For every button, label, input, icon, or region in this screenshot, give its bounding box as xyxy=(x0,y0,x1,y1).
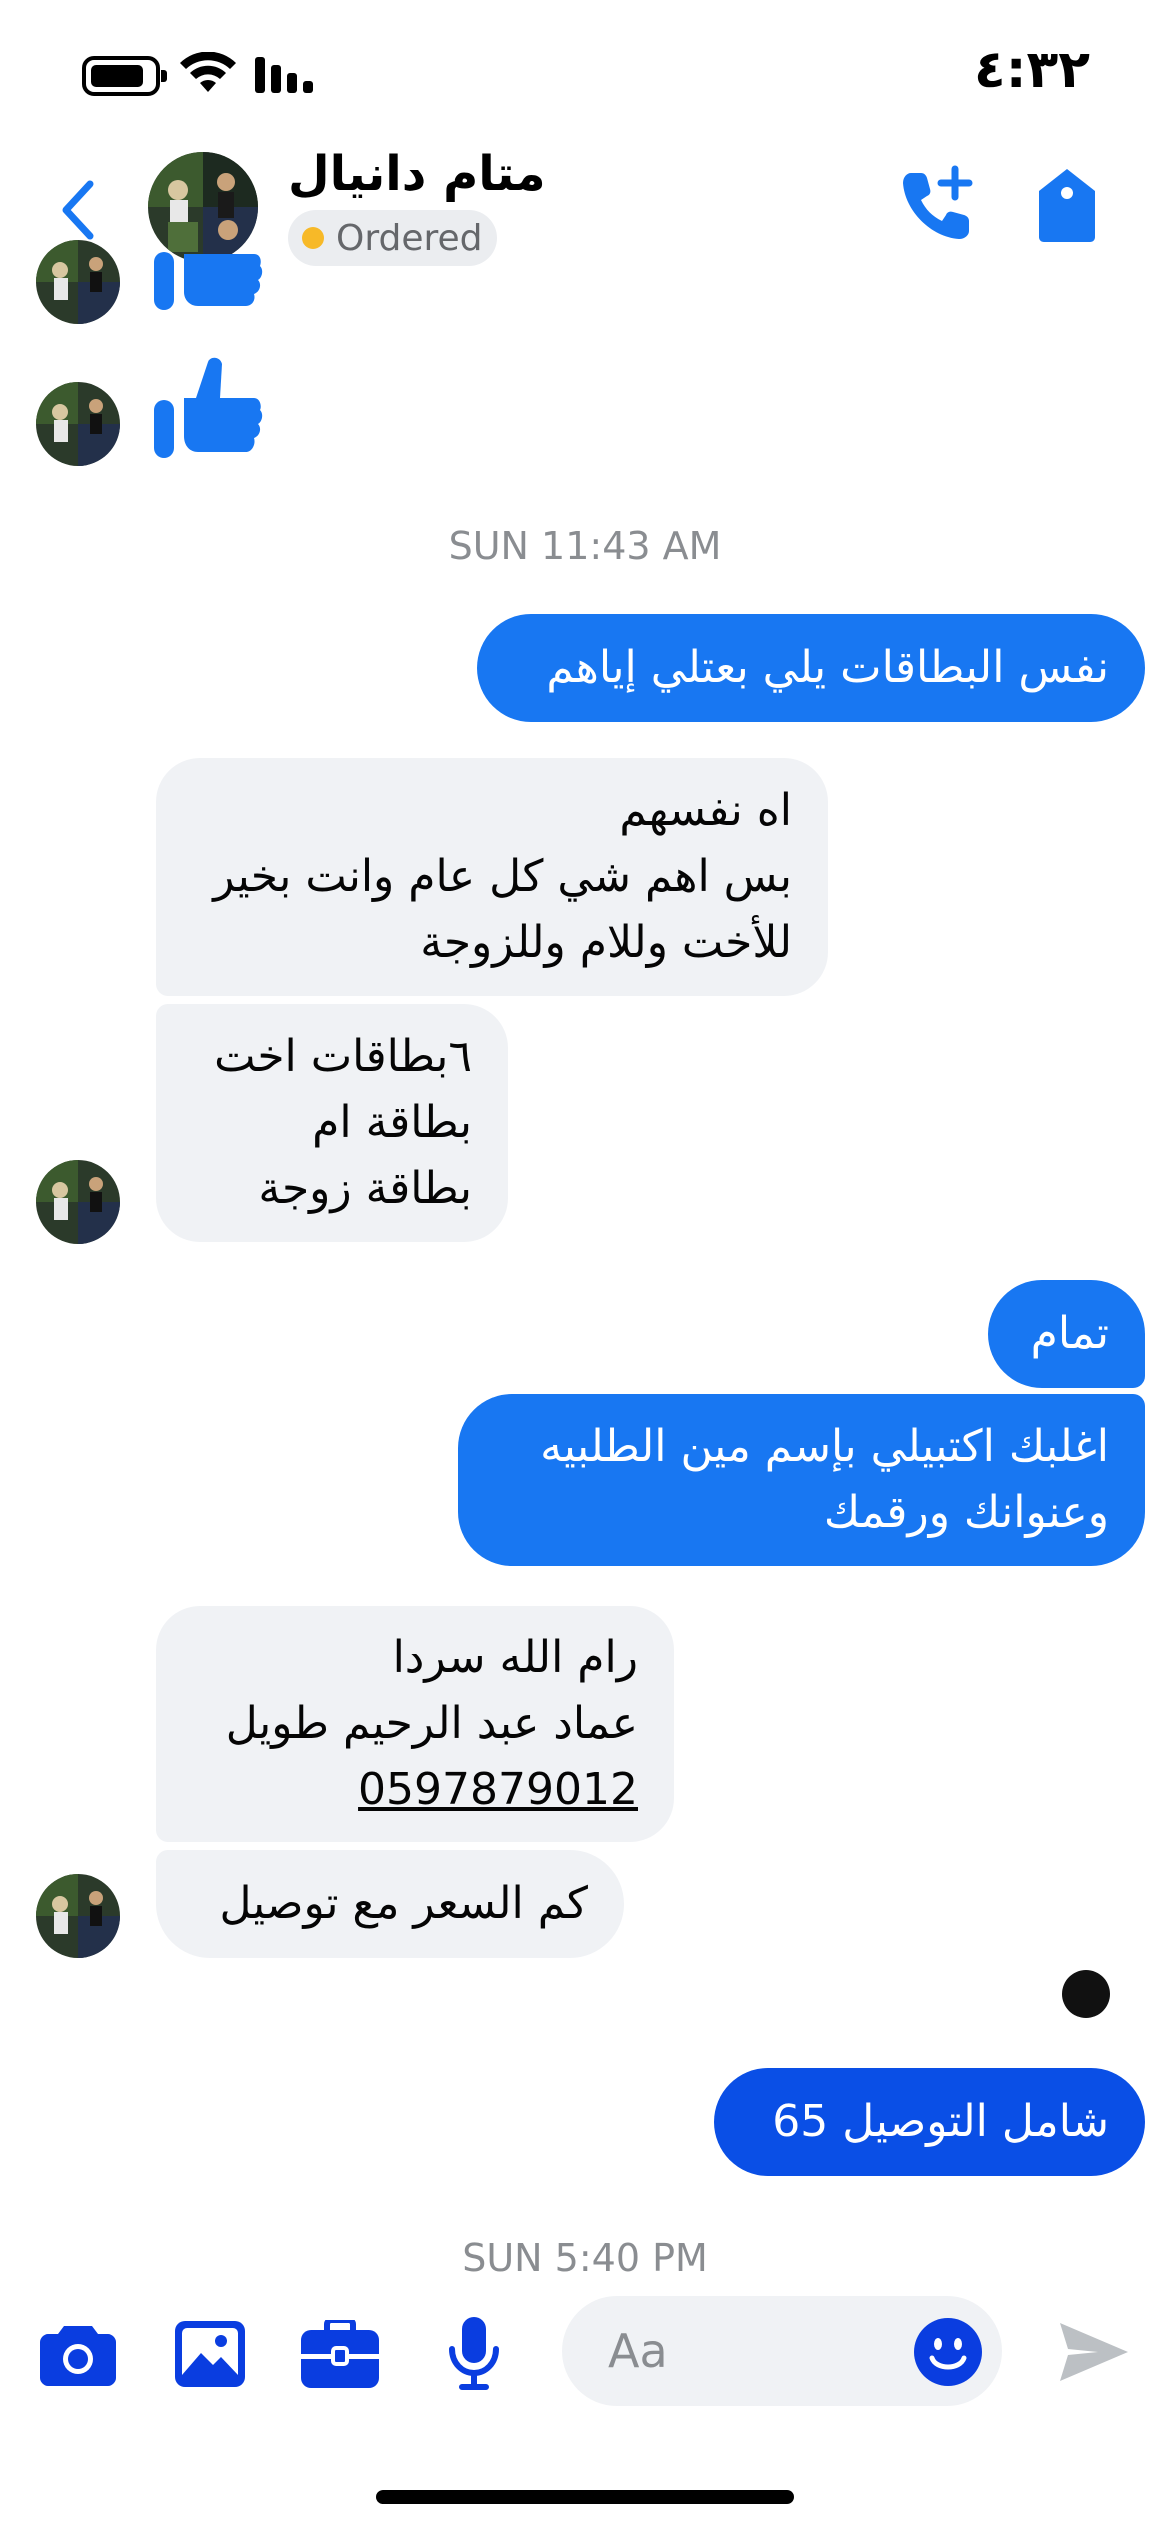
incoming-message[interactable]: رام الله سردا عماد عبد الرحيم طويل 05978… xyxy=(156,1606,674,1842)
tag-icon xyxy=(1039,169,1095,242)
briefcase-icon xyxy=(301,2320,379,2388)
battery-icon xyxy=(82,56,167,96)
microphone-icon xyxy=(449,2317,499,2390)
add-call-button[interactable] xyxy=(892,160,982,250)
back-chevron-icon xyxy=(62,180,94,240)
thumbs-up-icon[interactable] xyxy=(154,240,264,320)
status-dot xyxy=(302,227,324,249)
status-time: ٤:٣٢ xyxy=(973,40,1090,100)
photo-icon xyxy=(175,2321,245,2387)
contact-avatar-small xyxy=(36,1874,120,1958)
outgoing-message[interactable]: اغلبك اكتبيلي بإسم مين الطلبيه وعنوانك و… xyxy=(458,1394,1145,1566)
incoming-message[interactable]: اه نفسهم بس اهم شي كل عام وانت بخير للأخ… xyxy=(156,758,828,996)
send-button[interactable] xyxy=(1052,2310,1136,2394)
send-icon xyxy=(1060,2323,1128,2381)
emoji-icon xyxy=(914,2318,982,2386)
emoji-button[interactable] xyxy=(912,2316,984,2388)
back-button[interactable] xyxy=(48,170,108,250)
contact-avatar-small xyxy=(36,1160,120,1244)
home-indicator[interactable] xyxy=(376,2490,794,2504)
contact-avatar-small xyxy=(36,240,120,324)
seen-indicator-avatar xyxy=(1062,1970,1110,2018)
camera-icon xyxy=(40,2326,116,2386)
phone-number-link[interactable]: 0597879012 xyxy=(192,1757,638,1823)
timestamp: SUN 11:43 AM xyxy=(448,524,722,568)
wifi-icon xyxy=(180,52,236,92)
briefcase-button[interactable] xyxy=(298,2312,382,2396)
contact-avatar-small xyxy=(36,382,120,466)
outgoing-message[interactable]: تمام xyxy=(988,1280,1145,1388)
incoming-message[interactable]: كم السعر مع توصيل xyxy=(156,1850,624,1958)
outgoing-message[interactable]: 65 شامل التوصيل xyxy=(714,2068,1145,2176)
order-status-label: Ordered xyxy=(336,217,483,259)
outgoing-message[interactable]: نفس البطاقات يلي بعتلي إياهم xyxy=(477,614,1145,722)
order-status-badge[interactable]: Ordered xyxy=(288,210,497,266)
microphone-button[interactable] xyxy=(432,2312,516,2396)
incoming-message[interactable]: ٦بطاقات اخت بطاقة ام بطاقة زوجة xyxy=(156,1004,508,1242)
contact-name[interactable]: متام دانيال xyxy=(288,146,546,210)
signal-icon xyxy=(255,57,313,93)
camera-button[interactable] xyxy=(36,2312,120,2396)
add-call-icon xyxy=(903,165,973,239)
tag-button[interactable] xyxy=(1022,160,1112,250)
photo-button[interactable] xyxy=(168,2312,252,2396)
thumbs-up-icon[interactable] xyxy=(154,356,264,466)
